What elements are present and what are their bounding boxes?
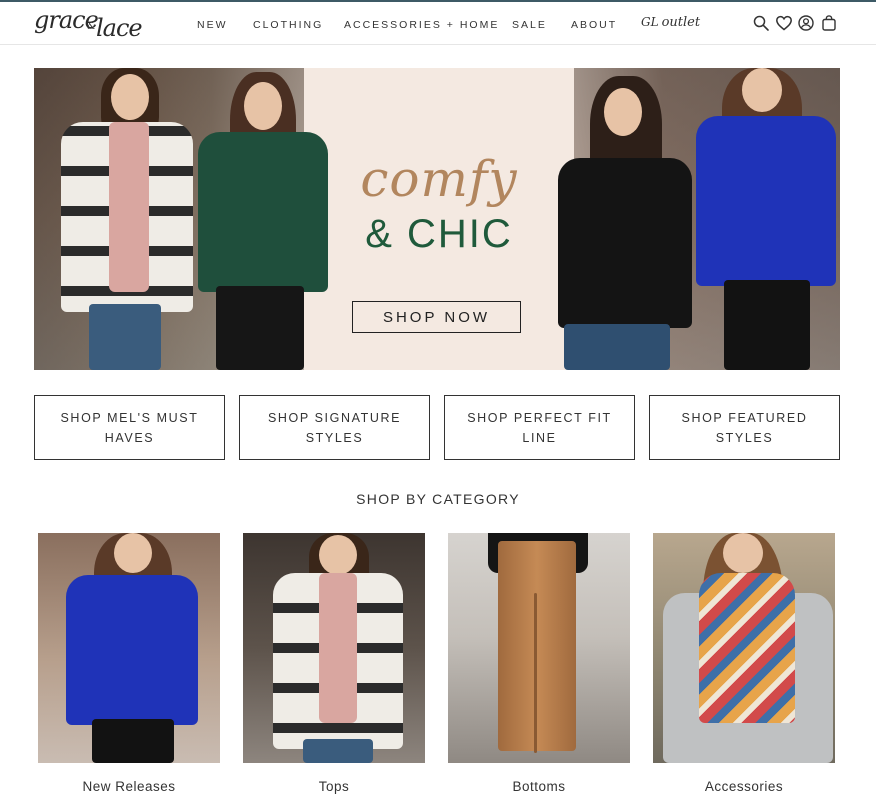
category-label-accessories[interactable]: Accessories (653, 779, 835, 794)
outlet-monogram: GL (641, 15, 659, 29)
hero-model-cardigan (49, 68, 199, 370)
heart-icon[interactable] (775, 14, 793, 32)
bag-icon[interactable] (820, 14, 838, 32)
hero-script-text: comfy (360, 150, 518, 208)
category-card-tops[interactable]: Tops (243, 533, 425, 799)
nav-accessories-home[interactable]: ACCESSORIES + HOME (344, 19, 499, 31)
shop-featured-styles-button[interactable]: SHOP FEATURED STYLES (649, 395, 840, 460)
shop-now-button[interactable]: SHOP NOW (352, 301, 521, 333)
category-label-bottoms[interactable]: Bottoms (448, 779, 630, 794)
category-section-title: SHOP BY CATEGORY (356, 491, 520, 507)
category-card-bottoms[interactable]: Bottoms (448, 533, 630, 799)
category-image-new-releases[interactable] (38, 533, 220, 763)
brand-logo[interactable]: grace & lace (34, 5, 143, 43)
nav-about[interactable]: ABOUT (571, 19, 617, 31)
account-icon[interactable] (797, 14, 815, 32)
shop-mels-must-haves-button[interactable]: SHOP MEL'S MUST HAVES (34, 395, 225, 460)
search-icon[interactable] (752, 14, 770, 32)
logo-word-lace: lace (96, 14, 143, 42)
nav-outlet[interactable]: GL outlet (641, 15, 700, 30)
category-card-accessories[interactable]: Accessories (653, 533, 835, 799)
hero-banner[interactable]: comfy & CHIC SHOP NOW (34, 68, 840, 370)
shop-signature-styles-button[interactable]: SHOP SIGNATURE STYLES (239, 395, 430, 460)
outlet-label: outlet (661, 15, 701, 30)
hero-main-text: & CHIC (365, 212, 513, 256)
category-label-new-releases[interactable]: New Releases (38, 779, 220, 794)
category-image-tops[interactable] (243, 533, 425, 763)
nav-sale[interactable]: SALE (512, 19, 547, 31)
category-label-tops[interactable]: Tops (243, 779, 425, 794)
logo-ampersand: & (87, 21, 96, 32)
hero-model-blue-sweater (690, 68, 840, 370)
site-header: grace & lace NEW CLOTHING ACCESSORIES + … (0, 2, 876, 45)
nav-new[interactable]: NEW (197, 19, 228, 31)
nav-clothing[interactable]: CLOTHING (253, 19, 323, 31)
category-image-bottoms[interactable] (448, 533, 630, 763)
shop-perfect-fit-line-button[interactable]: SHOP PERFECT FIT LINE (444, 395, 635, 460)
category-image-accessories[interactable] (653, 533, 835, 763)
category-card-new-releases[interactable]: New Releases (38, 533, 220, 799)
